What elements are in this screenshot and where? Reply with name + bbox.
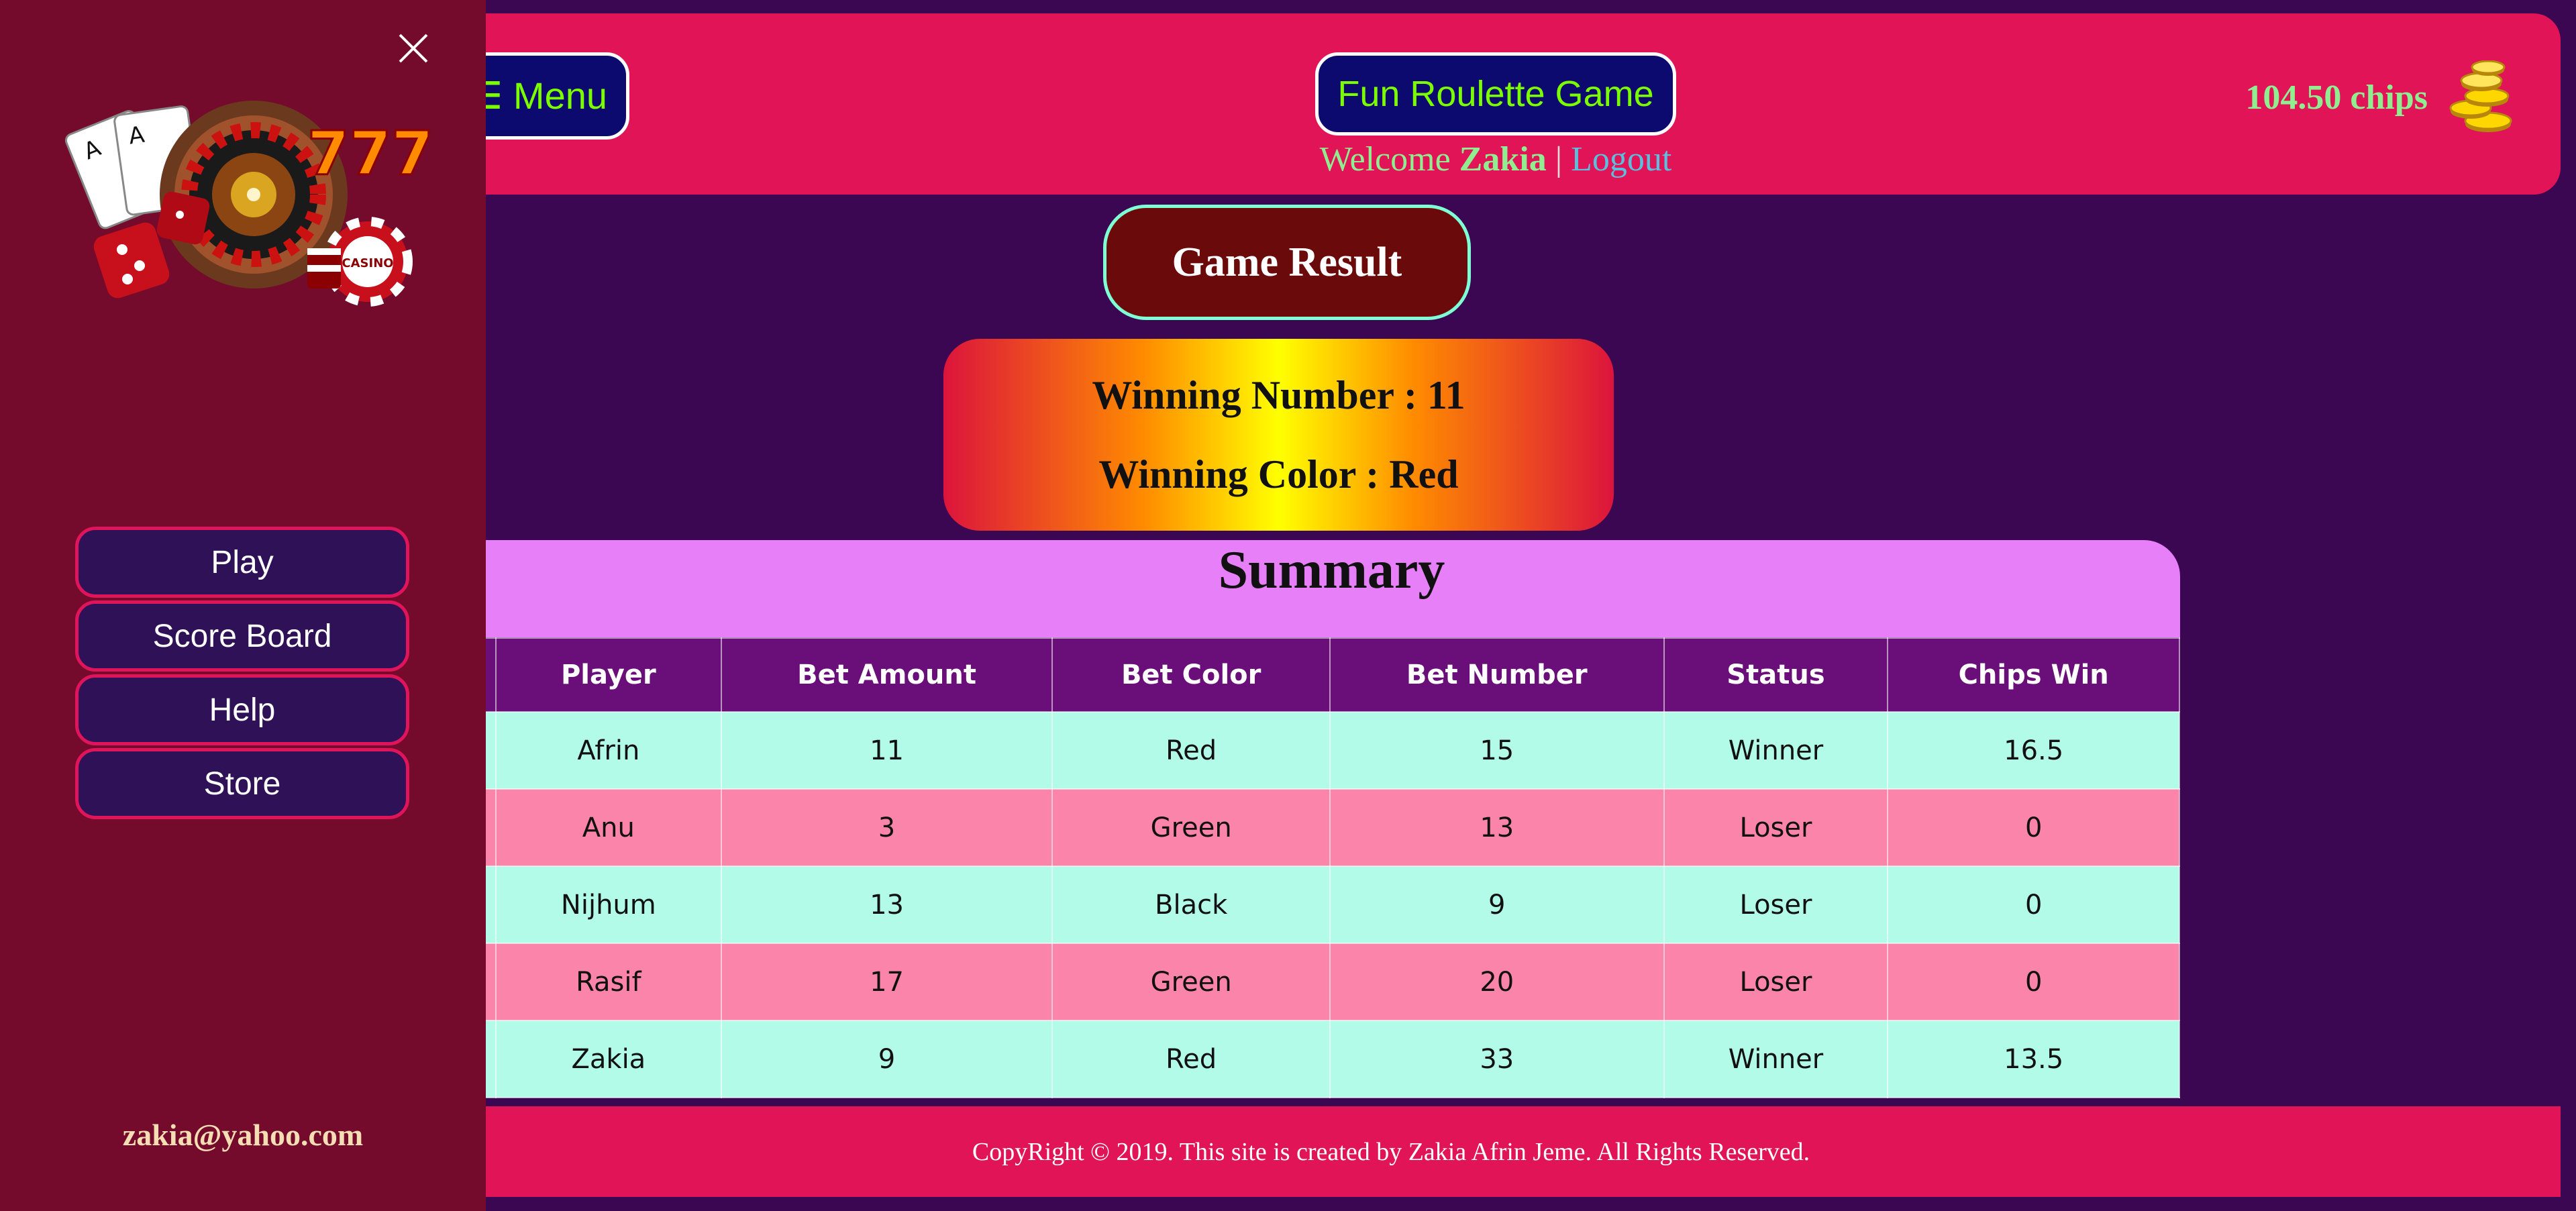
table-cell: 9 bbox=[1329, 865, 1665, 944]
table-row: Rasif 17 Green 20 Loser 0 bbox=[483, 943, 2180, 1021]
winning-number: Winning Number : 11 bbox=[1092, 373, 1465, 417]
summary-header: Summary bbox=[483, 540, 2180, 637]
sidebar-item-score-board[interactable]: Score Board bbox=[75, 600, 409, 672]
table-cell: Nijhum bbox=[495, 865, 722, 944]
welcome-separator: | bbox=[1555, 140, 1563, 178]
sidebar-nav: Play Score Board Help Store bbox=[75, 527, 409, 822]
table-row: Nijhum 13 Black 9 Loser 0 bbox=[483, 865, 2180, 944]
table-cell: 16.5 bbox=[1887, 711, 2180, 790]
sidebar-item-play[interactable]: Play bbox=[75, 527, 409, 598]
column-header: Status bbox=[1663, 637, 1889, 713]
table-cell: 33 bbox=[1329, 1020, 1665, 1098]
game-result-button[interactable]: Game Result bbox=[1103, 205, 1471, 320]
table-cell: Anu bbox=[495, 788, 722, 867]
table-cell: 0 bbox=[1887, 865, 2180, 944]
table-cell: 15 bbox=[1329, 711, 1665, 790]
summary-title: Summary bbox=[1218, 540, 1445, 600]
welcome-prefix: Welcome bbox=[1319, 140, 1451, 178]
sidebar-item-help[interactable]: Help bbox=[75, 674, 409, 745]
table-cell: Loser bbox=[1663, 943, 1889, 1021]
welcome-line: Welcome Zakia | Logout bbox=[1315, 140, 1676, 179]
chips-count: 104.50 chips bbox=[2245, 78, 2428, 117]
table-cell: Green bbox=[1051, 943, 1331, 1021]
column-header: Bet Amount bbox=[720, 637, 1053, 713]
svg-text:CASINO: CASINO bbox=[342, 256, 393, 270]
column-header: Bet Color bbox=[1051, 637, 1331, 713]
summary-table: Player Bet Amount Bet Color Bet Number S… bbox=[483, 637, 2180, 1098]
column-header: Chips Win bbox=[1887, 637, 2180, 713]
table-cell: 3 bbox=[720, 788, 1053, 867]
column-header: Bet Number bbox=[1329, 637, 1665, 713]
table-cell: 11 bbox=[720, 711, 1053, 790]
table-cell: Loser bbox=[1663, 788, 1889, 867]
table-cell: 17 bbox=[720, 943, 1053, 1021]
table-cell: 9 bbox=[720, 1020, 1053, 1098]
casino-roulette-logo: A A 777 CASINO bbox=[64, 101, 434, 307]
table-cell: 0 bbox=[1887, 788, 2180, 867]
table-row: Afrin 11 Red 15 Winner 16.5 bbox=[483, 711, 2180, 790]
close-icon[interactable] bbox=[395, 30, 432, 67]
sidebar-item-store[interactable]: Store bbox=[75, 748, 409, 819]
table-cell: 13 bbox=[720, 865, 1053, 944]
table-cell: Afrin bbox=[495, 711, 722, 790]
chips-balance: 104.50 chips bbox=[2245, 60, 2514, 134]
table-cell: Winner bbox=[1663, 1020, 1889, 1098]
logout-link[interactable]: Logout bbox=[1571, 140, 1671, 178]
table-cell: Red bbox=[1051, 711, 1331, 790]
table-cell: Black bbox=[1051, 865, 1331, 944]
sidebar: A A 777 CASINO Play Score Board Help Sto… bbox=[0, 0, 486, 1211]
winning-info-box: Winning Number : 11 Winning Color : Red bbox=[943, 339, 1614, 531]
copyright-text: CopyRight © 2019. This site is created b… bbox=[972, 1137, 1810, 1166]
table-row: Zakia 9 Red 33 Winner 13.5 bbox=[483, 1020, 2180, 1098]
game-title-button[interactable]: Fun Roulette Game bbox=[1315, 52, 1676, 136]
table-cell: Rasif bbox=[495, 943, 722, 1021]
table-cell: Winner bbox=[1663, 711, 1889, 790]
table-cell: Zakia bbox=[495, 1020, 722, 1098]
gold-coins-icon bbox=[2449, 60, 2512, 132]
svg-text:777: 777 bbox=[307, 119, 433, 189]
table-row: Anu 3 Green 13 Loser 0 bbox=[483, 788, 2180, 867]
username: Zakia bbox=[1459, 140, 1547, 178]
user-email: zakia@yahoo.com bbox=[122, 1118, 364, 1152]
winning-color: Winning Color : Red bbox=[1098, 452, 1459, 496]
column-header: Player bbox=[495, 637, 722, 713]
table-cell: Red bbox=[1051, 1020, 1331, 1098]
table-cell: 0 bbox=[1887, 943, 2180, 1021]
table-cell: 13.5 bbox=[1887, 1020, 2180, 1098]
table-cell: 20 bbox=[1329, 943, 1665, 1021]
table-cell: Loser bbox=[1663, 865, 1889, 944]
table-header-row: Player Bet Amount Bet Color Bet Number S… bbox=[483, 637, 2180, 713]
table-cell: 13 bbox=[1329, 788, 1665, 867]
table-cell: Green bbox=[1051, 788, 1331, 867]
